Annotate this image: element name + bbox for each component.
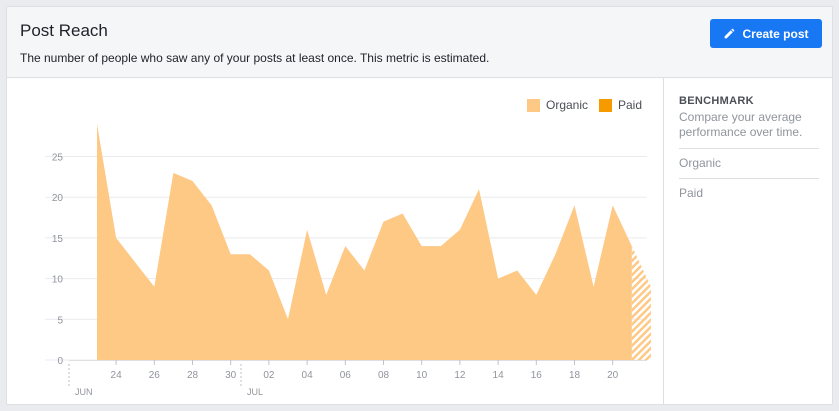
legend-organic[interactable]: Organic [527,98,588,112]
legend-organic-label: Organic [546,98,589,112]
benchmark-panel: BENCHMARK Compare your average performan… [679,95,819,208]
benchmark-paid[interactable]: Paid [679,178,819,208]
sidebar-divider [663,78,664,405]
y-tick-label: 0 [57,356,63,367]
x-tick-label: 08 [378,370,390,381]
x-tick-label: 30 [225,370,237,381]
x-tick-label: 18 [569,370,581,381]
x-tick-label: 28 [187,370,199,381]
month-label: JUN [75,387,93,397]
reach-chart-svg: 0 5 10 15 20 25 24 26 28 30 02 04 06 08 10 12 14 16 18 20 JU… [45,124,651,397]
card-header: Post Reach The number of people who saw … [7,7,832,78]
legend-paid-label: Paid [618,98,643,112]
x-tick-label: 02 [263,370,275,381]
x-tick-label: 06 [340,370,352,381]
legend-paid[interactable]: Paid [599,98,642,112]
page-title: Post Reach [20,21,108,40]
organic-swatch [527,98,540,112]
x-tick-label: 20 [607,370,619,381]
paid-swatch [599,98,612,112]
x-tick-label: 24 [111,370,123,381]
benchmark-organic[interactable]: Organic [679,148,819,178]
y-tick-label: 5 [57,315,63,326]
benchmark-title: BENCHMARK [679,95,754,107]
x-tick-label: 12 [454,370,466,381]
month-label: JUL [247,387,263,397]
benchmark-description: Compare your average performance over ti… [679,110,803,139]
organic-area [97,124,632,360]
create-post-button[interactable]: Create post [710,19,822,48]
x-tick-label: 26 [149,370,161,381]
create-post-label: Create post [742,26,809,41]
x-tick-label: 10 [416,370,428,381]
x-tick-label: 14 [493,370,505,381]
x-tick-label: 16 [531,370,543,381]
y-tick-label: 20 [52,193,64,204]
x-tick-label: 04 [302,370,314,381]
organic-estimated-area [631,246,651,360]
y-tick-label: 10 [52,275,64,286]
post-reach-card: Post Reach The number of people who saw … [6,6,833,405]
y-tick-label: 25 [52,153,64,164]
reach-chart: 0 5 10 15 20 25 24 26 28 30 02 04 06 08 10 12 14 16 18 20 JU… [7,78,663,406]
pencil-icon [725,28,735,39]
y-tick-label: 15 [52,234,64,245]
metric-description: The number of people who saw any of your… [20,51,490,65]
